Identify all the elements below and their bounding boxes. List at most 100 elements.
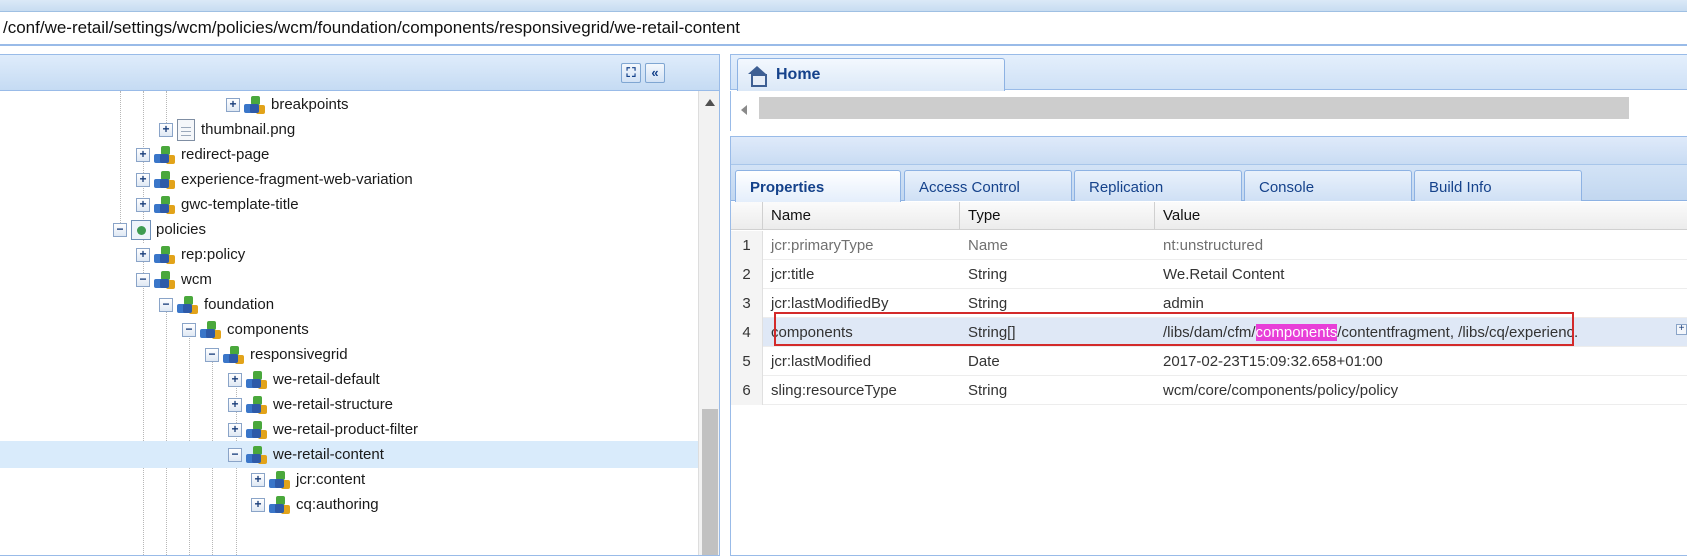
tree-vertical-scrollbar[interactable] <box>698 91 719 555</box>
collapse-toggle[interactable]: − <box>205 347 219 362</box>
binoculars-icon: ⛶ <box>626 65 636 80</box>
property-type: Date <box>968 353 1000 370</box>
tab-build-info[interactable]: Build Info <box>1414 170 1582 201</box>
tree-node-label: we-retail-content <box>273 446 384 463</box>
collapse-toggle[interactable]: − <box>228 447 242 462</box>
tree-node-selected[interactable]: − we-retail-content <box>0 441 698 468</box>
tree-node-label: redirect-page <box>181 146 270 163</box>
repository-tree-panel: ⛶ « + breakpoints + thumbnail.png + redi… <box>0 54 720 556</box>
collapse-toggle[interactable]: − <box>136 272 150 287</box>
expand-toggle[interactable]: + <box>136 197 150 212</box>
tree-node[interactable]: + gwc-template-title <box>136 191 698 218</box>
expand-toggle[interactable]: + <box>136 247 150 262</box>
expand-toggle[interactable]: + <box>136 172 150 187</box>
row-number: 4 <box>731 318 763 347</box>
home-icon <box>746 65 768 87</box>
column-header-value[interactable]: Value <box>1155 202 1687 230</box>
property-type: String[] <box>968 324 1016 341</box>
tree-node[interactable]: + we-retail-default <box>228 366 698 393</box>
collapse-panel-button[interactable]: « <box>645 63 665 83</box>
tree-node[interactable]: − responsivegrid <box>205 341 698 368</box>
tree-node[interactable]: − foundation <box>159 291 698 318</box>
tree-node-label: policies <box>156 221 207 238</box>
tab-access-control[interactable]: Access Control <box>904 170 1072 201</box>
component-icon <box>244 94 266 116</box>
collapse-toggle[interactable]: − <box>113 222 127 237</box>
tree-node-label: jcr:content <box>296 471 366 488</box>
tree-node-label: responsivegrid <box>250 346 348 363</box>
component-icon <box>154 144 176 166</box>
tree-node[interactable]: − wcm <box>136 266 698 293</box>
component-icon <box>246 444 268 466</box>
component-icon <box>154 169 176 191</box>
tree-node[interactable]: + thumbnail.png <box>159 116 698 143</box>
tab-properties[interactable]: Properties <box>735 170 901 202</box>
tree-node[interactable]: + we-retail-product-filter <box>228 416 698 443</box>
component-icon <box>200 319 222 341</box>
property-value: wcm/core/components/policy/policy <box>1163 382 1399 399</box>
property-name: jcr:lastModifiedBy <box>771 295 889 312</box>
tree-node[interactable]: + experience-fragment-web-variation <box>136 166 698 193</box>
tab-home[interactable]: Home <box>737 58 1005 91</box>
property-name: jcr:title <box>771 266 815 283</box>
row-number: 1 <box>731 231 763 260</box>
property-value: 2017-02-23T15:09:32.658+01:00 <box>1163 353 1383 370</box>
tree-node[interactable]: + we-retail-structure <box>228 391 698 418</box>
table-row-selected[interactable]: 4 components String[] /libs/dam/cfm/comp… <box>731 318 1687 347</box>
tree-node[interactable]: + rep:policy <box>136 241 698 268</box>
table-row[interactable]: 1 jcr:primaryType Name nt:unstructured <box>731 231 1687 260</box>
tree-node-label: we-retail-default <box>273 371 380 388</box>
content-panel: Home Properties Access Control Replicati… <box>730 54 1687 556</box>
component-icon <box>177 294 199 316</box>
collapse-toggle[interactable]: − <box>182 322 196 337</box>
expand-toggle[interactable]: + <box>251 497 265 512</box>
scroll-left-arrow-icon[interactable] <box>741 105 747 115</box>
expand-toggle[interactable]: + <box>251 472 265 487</box>
expand-toggle[interactable]: + <box>226 97 240 112</box>
grid-header: Name Type Value <box>731 202 1687 230</box>
tree-panel-header: ⛶ « <box>0 55 719 91</box>
horizontal-scrollbar[interactable] <box>730 91 1687 131</box>
expand-toggle[interactable]: + <box>136 147 150 162</box>
column-header-type[interactable]: Type <box>960 202 1155 230</box>
tab-replication[interactable]: Replication <box>1074 170 1242 201</box>
component-icon <box>154 244 176 266</box>
tree-node[interactable]: + jcr:content <box>251 466 698 493</box>
property-type: Name <box>968 237 1009 254</box>
row-number-header <box>731 202 763 230</box>
tree-node[interactable]: + cq:authoring <box>251 491 698 518</box>
tree-node-label: gwc-template-title <box>181 196 299 213</box>
tab-home-label: Home <box>776 66 821 83</box>
scroll-up-arrow-icon[interactable] <box>705 99 715 106</box>
collapse-toggle[interactable]: − <box>159 297 173 312</box>
column-header-name[interactable]: Name <box>763 202 960 230</box>
expand-toggle[interactable]: + <box>228 422 242 437</box>
find-button[interactable]: ⛶ <box>621 63 641 83</box>
path-bar[interactable]: /conf/we-retail/settings/wcm/policies/wc… <box>0 12 1687 46</box>
property-value: nt:unstructured <box>1163 237 1264 254</box>
top-toolbar-strip <box>0 0 1687 12</box>
tree-node-label: thumbnail.png <box>201 121 296 138</box>
expand-toggle[interactable]: + <box>228 397 242 412</box>
tree-node[interactable]: + breakpoints <box>226 91 698 118</box>
tree-node-label: we-retail-product-filter <box>273 421 419 438</box>
tree-node[interactable]: − policies <box>113 216 698 243</box>
row-number: 2 <box>731 260 763 289</box>
property-value: admin <box>1163 295 1204 312</box>
tab-console[interactable]: Console <box>1244 170 1412 201</box>
scrollbar-thumb[interactable] <box>759 97 1629 119</box>
expand-toggle[interactable]: + <box>228 372 242 387</box>
table-row[interactable]: 6 sling:resourceType String wcm/core/com… <box>731 376 1687 405</box>
tree-node-label: experience-fragment-web-variation <box>181 171 413 188</box>
scrollbar-thumb[interactable] <box>702 409 718 555</box>
table-row[interactable]: 5 jcr:lastModified Date 2017-02-23T15:09… <box>731 347 1687 376</box>
tree-node[interactable]: − components <box>182 316 698 343</box>
expand-toggle[interactable]: + <box>159 122 173 137</box>
tree-node[interactable]: + redirect-page <box>136 141 698 168</box>
table-row[interactable]: 2 jcr:title String We.Retail Content <box>731 260 1687 289</box>
property-name: jcr:lastModified <box>771 353 872 370</box>
search-highlight: components <box>1255 324 1338 341</box>
repository-tree: + breakpoints + thumbnail.png + redirect… <box>0 91 698 555</box>
table-row[interactable]: 3 jcr:lastModifiedBy String admin <box>731 289 1687 318</box>
multi-value-expand-button[interactable]: + <box>1676 324 1687 335</box>
